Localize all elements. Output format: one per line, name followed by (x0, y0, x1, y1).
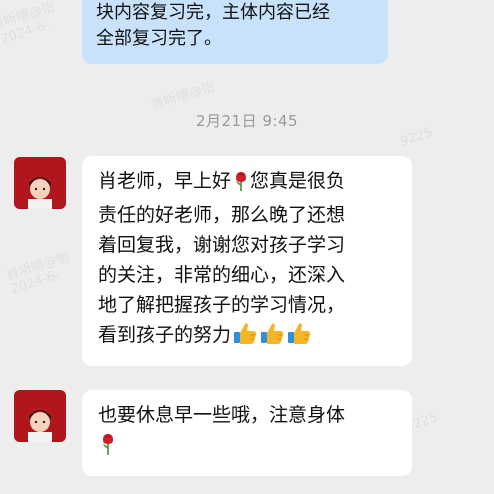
thumbs-up-icon (286, 321, 312, 354)
watermark-name: 肖听晴@怡 (0, 0, 57, 34)
outgoing-message-bubble[interactable]: 块内容复习完，主体内容已经 全部复习完了。 (82, 0, 388, 64)
rose-icon (99, 433, 117, 464)
message-line: 责任的好老师，那么晚了还想 (98, 204, 346, 226)
rose-icon (232, 170, 250, 200)
message-line: 看到孩子的努力 (98, 320, 398, 354)
watermark-date: 2024-6- (8, 267, 62, 298)
message-line: 块内容复习完，主体内容已经 (96, 2, 330, 23)
message-text: 肖老师，早上好 (98, 170, 232, 192)
message-text: 您真是很负 (250, 170, 346, 192)
message-line: 的关注，非常的细心，还深入 (98, 264, 346, 286)
watermark-name: 肖听晴@怡 (4, 249, 72, 284)
message-timestamp: 2月21日 9:45 (195, 112, 299, 130)
message-line: 着回复我，谢谢您对孩子学习 (98, 234, 346, 256)
message-line (98, 430, 398, 464)
message-line: 肖老师，早上好 您真是很负 (98, 166, 398, 200)
thumbs-up-icon (259, 321, 285, 354)
message-text: 看到孩子的努力 (98, 324, 232, 346)
message-line: 全部复习完了。 (96, 28, 222, 49)
message-line: 也要休息早一些哦，注意身体 (98, 404, 346, 426)
message-line: 地了解把握孩子的学习情况， (98, 294, 346, 316)
contact-avatar[interactable] (14, 157, 66, 209)
watermark-name: 肖听晴@怡 (149, 79, 217, 114)
incoming-message-bubble[interactable]: 肖老师，早上好 您真是很负 责任的好老师，那么晚了还想 着回复我，谢谢您对孩子学习… (82, 156, 412, 366)
contact-avatar[interactable] (14, 390, 66, 442)
thumbs-up-icon (232, 321, 258, 354)
watermark-date: 2024-6- (0, 17, 52, 48)
avatar-image (14, 157, 66, 209)
avatar-image (14, 390, 66, 442)
incoming-message-bubble[interactable]: 也要休息早一些哦，注意身体 (82, 390, 412, 476)
